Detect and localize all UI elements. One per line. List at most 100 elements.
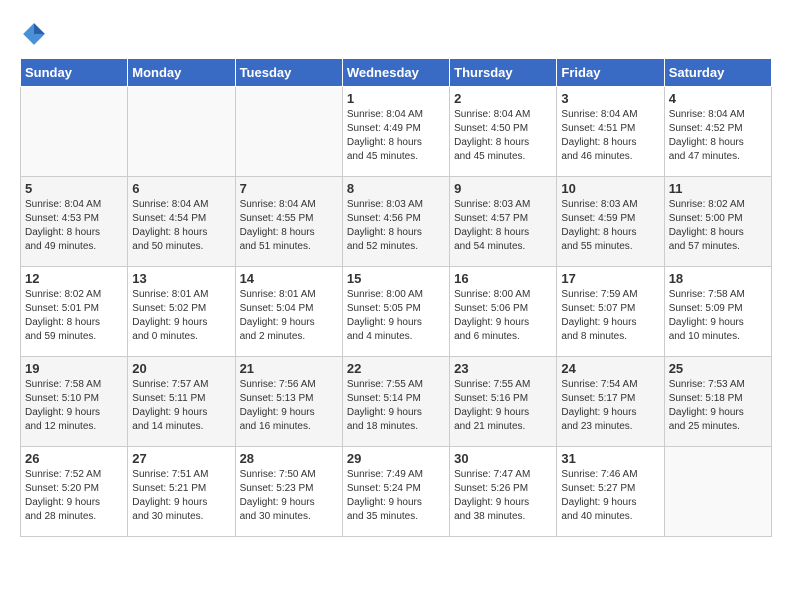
calendar-cell	[21, 87, 128, 177]
day-number: 27	[132, 451, 230, 466]
day-header-tuesday: Tuesday	[235, 59, 342, 87]
logo	[20, 20, 52, 48]
day-number: 14	[240, 271, 338, 286]
day-header-friday: Friday	[557, 59, 664, 87]
calendar-cell: 28 Sunrise: 7:50 AM Sunset: 5:23 PM Dayli…	[235, 447, 342, 537]
day-info: Sunrise: 7:56 AM Sunset: 5:13 PM Dayligh…	[240, 378, 338, 434]
week-row-4: 19 Sunrise: 7:58 AM Sunset: 5:10 PM Dayli…	[21, 357, 772, 447]
day-number: 29	[347, 451, 445, 466]
day-info: Sunrise: 8:00 AM Sunset: 5:05 PM Dayligh…	[347, 288, 445, 344]
day-number: 18	[669, 271, 767, 286]
day-header-sunday: Sunday	[21, 59, 128, 87]
calendar-cell: 2 Sunrise: 8:04 AM Sunset: 4:50 PM Daylig…	[450, 87, 557, 177]
day-info: Sunrise: 8:04 AM Sunset: 4:55 PM Dayligh…	[240, 198, 338, 254]
day-info: Sunrise: 8:03 AM Sunset: 4:57 PM Dayligh…	[454, 198, 552, 254]
day-info: Sunrise: 7:51 AM Sunset: 5:21 PM Dayligh…	[132, 468, 230, 524]
day-info: Sunrise: 7:55 AM Sunset: 5:14 PM Dayligh…	[347, 378, 445, 434]
day-number: 1	[347, 91, 445, 106]
calendar-cell: 29 Sunrise: 7:49 AM Sunset: 5:24 PM Dayli…	[342, 447, 449, 537]
calendar-cell: 9 Sunrise: 8:03 AM Sunset: 4:57 PM Daylig…	[450, 177, 557, 267]
day-info: Sunrise: 8:01 AM Sunset: 5:04 PM Dayligh…	[240, 288, 338, 344]
calendar-cell: 31 Sunrise: 7:46 AM Sunset: 5:27 PM Dayli…	[557, 447, 664, 537]
day-number: 3	[561, 91, 659, 106]
calendar-cell: 30Sunrise: 7:47 AM Sunset: 5:26 PM Dayli…	[450, 447, 557, 537]
calendar-cell: 12 Sunrise: 8:02 AM Sunset: 5:01 PM Dayli…	[21, 267, 128, 357]
day-number: 10	[561, 181, 659, 196]
day-info: Sunrise: 7:54 AM Sunset: 5:17 PM Dayligh…	[561, 378, 659, 434]
calendar-cell: 23 Sunrise: 7:55 AM Sunset: 5:16 PM Dayli…	[450, 357, 557, 447]
day-info: Sunrise: 7:49 AM Sunset: 5:24 PM Dayligh…	[347, 468, 445, 524]
day-number: 31	[561, 451, 659, 466]
day-number: 7	[240, 181, 338, 196]
day-number: 12	[25, 271, 123, 286]
calendar-cell: 17Sunrise: 7:59 AM Sunset: 5:07 PM Dayli…	[557, 267, 664, 357]
day-number: 2	[454, 91, 552, 106]
calendar-cell	[664, 447, 771, 537]
day-info: Sunrise: 7:53 AM Sunset: 5:18 PM Dayligh…	[669, 378, 767, 434]
calendar-cell: 24 Sunrise: 7:54 AM Sunset: 5:17 PM Dayli…	[557, 357, 664, 447]
calendar-cell: 7 Sunrise: 8:04 AM Sunset: 4:55 PM Daylig…	[235, 177, 342, 267]
calendar-cell: 25 Sunrise: 7:53 AM Sunset: 5:18 PM Dayli…	[664, 357, 771, 447]
day-info: Sunrise: 7:58 AM Sunset: 5:09 PM Dayligh…	[669, 288, 767, 344]
day-number: 25	[669, 361, 767, 376]
page-header	[20, 20, 772, 48]
day-number: 22	[347, 361, 445, 376]
day-number: 28	[240, 451, 338, 466]
week-row-5: 26Sunrise: 7:52 AM Sunset: 5:20 PM Dayli…	[21, 447, 772, 537]
calendar-cell: 13Sunrise: 8:01 AM Sunset: 5:02 PM Dayli…	[128, 267, 235, 357]
day-info: Sunrise: 7:46 AM Sunset: 5:27 PM Dayligh…	[561, 468, 659, 524]
day-info: Sunrise: 7:50 AM Sunset: 5:23 PM Dayligh…	[240, 468, 338, 524]
week-row-3: 12 Sunrise: 8:02 AM Sunset: 5:01 PM Dayli…	[21, 267, 772, 357]
calendar-cell	[235, 87, 342, 177]
calendar-cell: 20Sunrise: 7:57 AM Sunset: 5:11 PM Dayli…	[128, 357, 235, 447]
day-info: Sunrise: 8:03 AM Sunset: 4:59 PM Dayligh…	[561, 198, 659, 254]
day-info: Sunrise: 8:04 AM Sunset: 4:49 PM Dayligh…	[347, 108, 445, 164]
calendar-cell: 19 Sunrise: 7:58 AM Sunset: 5:10 PM Dayli…	[21, 357, 128, 447]
day-header-monday: Monday	[128, 59, 235, 87]
day-number: 5	[25, 181, 123, 196]
day-number: 19	[25, 361, 123, 376]
calendar-cell: 22 Sunrise: 7:55 AM Sunset: 5:14 PM Dayli…	[342, 357, 449, 447]
day-info: Sunrise: 7:55 AM Sunset: 5:16 PM Dayligh…	[454, 378, 552, 434]
calendar-cell: 1 Sunrise: 8:04 AM Sunset: 4:49 PM Daylig…	[342, 87, 449, 177]
day-info: Sunrise: 7:59 AM Sunset: 5:07 PM Dayligh…	[561, 288, 659, 344]
day-number: 23	[454, 361, 552, 376]
calendar-table: SundayMondayTuesdayWednesdayThursdayFrid…	[20, 58, 772, 537]
day-header-wednesday: Wednesday	[342, 59, 449, 87]
calendar-cell: 21 Sunrise: 7:56 AM Sunset: 5:13 PM Dayli…	[235, 357, 342, 447]
day-header-thursday: Thursday	[450, 59, 557, 87]
calendar-cell: 27 Sunrise: 7:51 AM Sunset: 5:21 PM Dayli…	[128, 447, 235, 537]
day-number: 16	[454, 271, 552, 286]
day-info: Sunrise: 8:04 AM Sunset: 4:52 PM Dayligh…	[669, 108, 767, 164]
logo-icon	[20, 20, 48, 48]
calendar-cell: 10 Sunrise: 8:03 AM Sunset: 4:59 PM Dayli…	[557, 177, 664, 267]
day-info: Sunrise: 8:01 AM Sunset: 5:02 PM Dayligh…	[132, 288, 230, 344]
day-info: Sunrise: 8:02 AM Sunset: 5:00 PM Dayligh…	[669, 198, 767, 254]
calendar-cell: 26Sunrise: 7:52 AM Sunset: 5:20 PM Dayli…	[21, 447, 128, 537]
day-number: 15	[347, 271, 445, 286]
day-info: Sunrise: 8:02 AM Sunset: 5:01 PM Dayligh…	[25, 288, 123, 344]
calendar-cell: 14 Sunrise: 8:01 AM Sunset: 5:04 PM Dayli…	[235, 267, 342, 357]
calendar-cell: 6Sunrise: 8:04 AM Sunset: 4:54 PM Daylig…	[128, 177, 235, 267]
calendar-cell: 18 Sunrise: 7:58 AM Sunset: 5:09 PM Dayli…	[664, 267, 771, 357]
day-number: 21	[240, 361, 338, 376]
day-number: 4	[669, 91, 767, 106]
day-info: Sunrise: 7:57 AM Sunset: 5:11 PM Dayligh…	[132, 378, 230, 434]
day-number: 8	[347, 181, 445, 196]
day-info: Sunrise: 7:52 AM Sunset: 5:20 PM Dayligh…	[25, 468, 123, 524]
day-info: Sunrise: 8:04 AM Sunset: 4:50 PM Dayligh…	[454, 108, 552, 164]
day-info: Sunrise: 8:04 AM Sunset: 4:54 PM Dayligh…	[132, 198, 230, 254]
day-info: Sunrise: 7:58 AM Sunset: 5:10 PM Dayligh…	[25, 378, 123, 434]
day-number: 9	[454, 181, 552, 196]
calendar-cell: 15 Sunrise: 8:00 AM Sunset: 5:05 PM Dayli…	[342, 267, 449, 357]
day-header-saturday: Saturday	[664, 59, 771, 87]
day-info: Sunrise: 8:00 AM Sunset: 5:06 PM Dayligh…	[454, 288, 552, 344]
calendar-cell: 4 Sunrise: 8:04 AM Sunset: 4:52 PM Daylig…	[664, 87, 771, 177]
day-number: 24	[561, 361, 659, 376]
day-info: Sunrise: 7:47 AM Sunset: 5:26 PM Dayligh…	[454, 468, 552, 524]
calendar-cell: 3 Sunrise: 8:04 AM Sunset: 4:51 PM Daylig…	[557, 87, 664, 177]
day-info: Sunrise: 8:04 AM Sunset: 4:51 PM Dayligh…	[561, 108, 659, 164]
calendar-cell: 16 Sunrise: 8:00 AM Sunset: 5:06 PM Dayli…	[450, 267, 557, 357]
day-number: 11	[669, 181, 767, 196]
days-header-row: SundayMondayTuesdayWednesdayThursdayFrid…	[21, 59, 772, 87]
